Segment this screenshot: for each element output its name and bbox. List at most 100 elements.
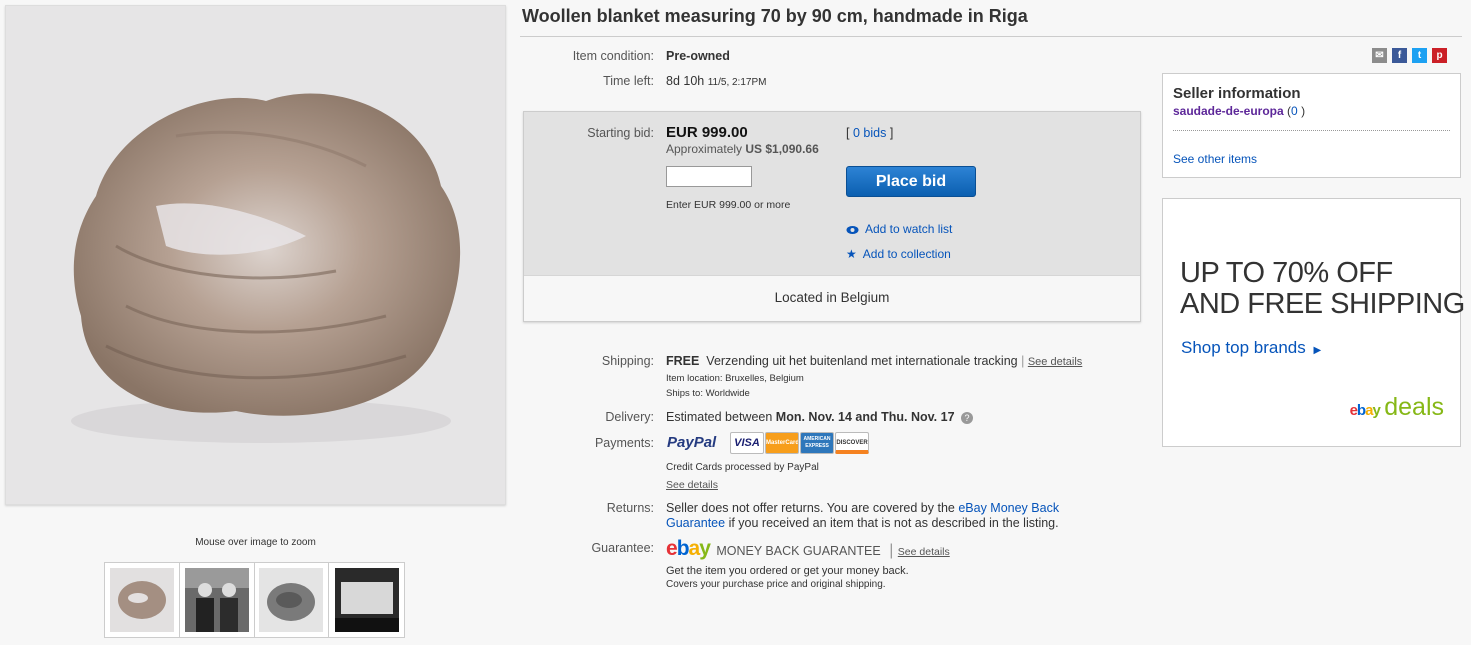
guarantee-badge: ebay MONEY BACK GUARANTEE | See details bbox=[666, 537, 950, 561]
guarantee-label: Guarantee: bbox=[591, 541, 654, 555]
returns-text-2: if you received an item that is not as d… bbox=[728, 516, 1059, 530]
facebook-icon[interactable]: f bbox=[1392, 48, 1407, 63]
ad-headline-1a: UP TO bbox=[1180, 257, 1265, 289]
delivery-prefix: Estimated between bbox=[666, 410, 773, 424]
shipping-free: FREE bbox=[666, 354, 700, 368]
thumbnail-4[interactable] bbox=[329, 563, 404, 637]
time-left-label: Time left: bbox=[603, 74, 654, 88]
seller-identity: saudade-de-europa (0 ) bbox=[1173, 104, 1305, 118]
returns-text: Seller does not offer returns. You are c… bbox=[666, 501, 1091, 531]
guarantee-see-details[interactable]: See details bbox=[898, 546, 950, 558]
delivery-value: Estimated between Mon. Nov. 14 and Thu. … bbox=[666, 410, 974, 424]
share-icons: ✉ f t p bbox=[1372, 48, 1447, 63]
place-bid-button[interactable]: Place bid bbox=[846, 166, 976, 197]
thumbnail-blanket-flat-image bbox=[334, 568, 399, 632]
item-location-value: Bruxelles, Belgium bbox=[725, 373, 804, 384]
bid-count-close: ] bbox=[889, 126, 894, 140]
seller-score-link[interactable]: 0 bbox=[1291, 104, 1298, 118]
bid-box: Located in Belgium bbox=[523, 111, 1141, 322]
seller-info-panel: Seller information saudade-de-europa (0 … bbox=[1162, 73, 1461, 178]
shipping-label: Shipping: bbox=[601, 354, 654, 368]
bid-count-link[interactable]: 0 bids bbox=[853, 126, 886, 140]
guarantee-line-1: Get the item you ordered or get your mon… bbox=[666, 565, 909, 577]
main-item-image[interactable] bbox=[5, 5, 506, 505]
guarantee-line-2: Covers your purchase price and original … bbox=[666, 579, 886, 590]
ad-headline-1b: 70% OFF bbox=[1272, 257, 1393, 289]
item-location-banner: Located in Belgium bbox=[524, 275, 1140, 321]
add-to-collection[interactable]: ★ Add to collection bbox=[846, 247, 951, 261]
payments-see-details[interactable]: See details bbox=[666, 479, 718, 491]
shipping-value: FREE Verzending uit het buitenland met i… bbox=[666, 354, 1082, 368]
deals-ad[interactable]: UP TO 70% OFF AND FREE SHIPPING Shop top… bbox=[1162, 198, 1465, 447]
ships-to-label: Ships to: bbox=[666, 388, 703, 399]
ebay-deals-logo: ebay deals bbox=[1350, 393, 1444, 422]
ebay-deals-ebay: ebay bbox=[1349, 402, 1381, 419]
payments-label: Payments: bbox=[594, 436, 654, 450]
see-other-items-link[interactable]: See other items bbox=[1173, 152, 1257, 166]
ships-to-value: Worldwide bbox=[705, 388, 750, 399]
approx-price: Approximately US $1,090.66 bbox=[666, 142, 819, 156]
ad-headline-2: AND FREE SHIPPING bbox=[1180, 288, 1465, 320]
ad-cta-text: Shop top brands bbox=[1181, 338, 1306, 357]
card-logos: VISA MasterCard AMERICAN EXPRESS DISCOVE… bbox=[730, 432, 869, 454]
wool-blanket-photo bbox=[6, 6, 505, 504]
item-title: Woollen blanket measuring 70 by 90 cm, h… bbox=[522, 6, 1028, 26]
condition-label: Item condition: bbox=[572, 49, 654, 63]
money-back-guarantee-text: MONEY BACK GUARANTEE bbox=[716, 544, 881, 558]
ships-to: Ships to: Worldwide bbox=[666, 388, 750, 399]
twitter-icon[interactable]: t bbox=[1412, 48, 1427, 63]
thumbnail-1[interactable] bbox=[105, 563, 180, 637]
approx-value: US $1,090.66 bbox=[745, 142, 819, 156]
add-to-watch-list[interactable]: Add to watch list bbox=[846, 222, 952, 236]
item-location: Item location: Bruxelles, Belgium bbox=[666, 373, 804, 384]
zoom-hint: Mouse over image to zoom bbox=[195, 537, 316, 548]
thumbnail-blanket-bw-image bbox=[259, 568, 324, 632]
shipping-method: Verzending uit het buitenland met intern… bbox=[706, 354, 1018, 368]
chevron-right-icon: ▶ bbox=[1313, 345, 1322, 356]
ad-headline-1: UP TO 70% OFF bbox=[1180, 257, 1393, 290]
condition-value: Pre-owned bbox=[666, 49, 730, 63]
ebay-logo: ebay bbox=[666, 537, 711, 560]
help-icon[interactable]: ? bbox=[961, 412, 974, 424]
eye-icon bbox=[846, 225, 859, 234]
email-icon[interactable]: ✉ bbox=[1372, 48, 1387, 63]
delivery-label: Delivery: bbox=[605, 410, 654, 424]
pinterest-icon[interactable]: p bbox=[1432, 48, 1447, 63]
bid-input-hint: Enter EUR 999.00 or more bbox=[666, 199, 791, 211]
item-location-label: Item location: bbox=[666, 373, 723, 384]
collection-link[interactable]: Add to collection bbox=[863, 247, 951, 261]
ebay-deals-text: deals bbox=[1384, 393, 1444, 421]
returns-label: Returns: bbox=[606, 501, 654, 515]
watch-list-link[interactable]: Add to watch list bbox=[865, 222, 952, 236]
discover-card-icon: DISCOVER bbox=[835, 432, 869, 454]
payments-note: Credit Cards processed by PayPal bbox=[666, 462, 819, 473]
bid-amount-input[interactable] bbox=[666, 166, 752, 187]
star-icon: ★ bbox=[846, 247, 857, 261]
bid-count-open: [ bbox=[846, 126, 850, 140]
amex-card-icon: AMERICAN EXPRESS bbox=[800, 432, 834, 454]
thumbnail-3[interactable] bbox=[255, 563, 330, 637]
mastercard-icon: MasterCard bbox=[765, 432, 799, 454]
bid-count: [ 0 bids ] bbox=[846, 126, 893, 140]
seller-score-close: ) bbox=[1301, 104, 1306, 118]
seller-info-heading: Seller information bbox=[1173, 85, 1301, 102]
time-left: 8d 10h 11/5, 2:17PM bbox=[666, 74, 766, 88]
delivery-dates: Mon. Nov. 14 and Thu. Nov. 17 bbox=[775, 410, 955, 424]
thumbnail-people-image bbox=[184, 568, 249, 632]
guarantee-separator: | bbox=[889, 542, 894, 559]
thumbnail-2[interactable] bbox=[180, 563, 255, 637]
visa-card-icon: VISA bbox=[730, 432, 764, 454]
returns-text-1: Seller does not offer returns. You are c… bbox=[666, 501, 955, 515]
paypal-logo: PayPal bbox=[667, 434, 717, 451]
seller-name-link[interactable]: saudade-de-europa bbox=[1173, 104, 1284, 118]
time-left-value: 8d 10h bbox=[666, 74, 705, 88]
starting-bid-label: Starting bid: bbox=[587, 126, 654, 140]
shipping-see-details[interactable]: See details bbox=[1028, 356, 1082, 368]
ad-cta[interactable]: Shop top brands ▶ bbox=[1181, 338, 1321, 358]
thumbnail-blanket-image bbox=[109, 568, 174, 632]
starting-bid-price: EUR 999.00 bbox=[666, 124, 748, 141]
seller-divider bbox=[1173, 130, 1450, 131]
thumbnail-strip bbox=[104, 562, 405, 638]
shipping-separator: | bbox=[1021, 354, 1025, 368]
approx-prefix: Approximately bbox=[666, 142, 743, 156]
